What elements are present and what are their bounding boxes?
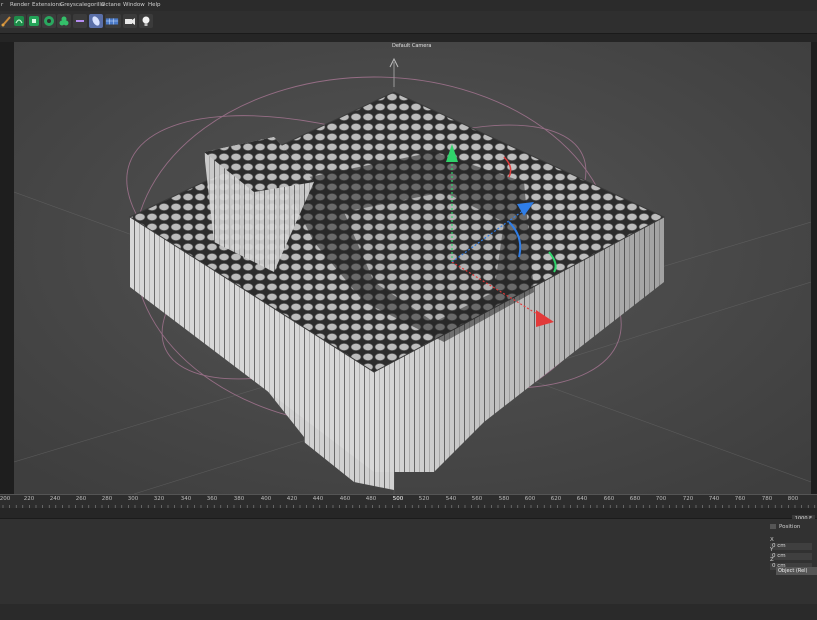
ruler-ticks bbox=[2, 505, 816, 508]
tick-label: 480 bbox=[365, 496, 377, 502]
position-section-header: Position bbox=[770, 524, 800, 530]
timeline-ruler[interactable]: 200 220 240 260 280 300 320 340 360 380 … bbox=[0, 494, 817, 509]
tick-label: 380 bbox=[233, 496, 245, 502]
tick-label: 460 bbox=[339, 496, 351, 502]
deformer-icon[interactable] bbox=[73, 14, 87, 28]
tick-label: 800 bbox=[787, 496, 799, 502]
menu-item-window[interactable]: Window bbox=[123, 0, 145, 11]
cube-green-icon[interactable] bbox=[27, 14, 41, 28]
tick-label: 260 bbox=[75, 496, 87, 502]
tick-label: 420 bbox=[286, 496, 298, 502]
tick-label: 620 bbox=[550, 496, 562, 502]
camera-icon[interactable] bbox=[123, 14, 137, 28]
light-icon[interactable] bbox=[139, 14, 153, 28]
tick-label: 600 bbox=[524, 496, 536, 502]
tick-label: 660 bbox=[603, 496, 615, 502]
tick-label: 640 bbox=[576, 496, 588, 502]
tick-label: 580 bbox=[498, 496, 510, 502]
tick-label: 700 bbox=[655, 496, 667, 502]
tick-label: 220 bbox=[23, 496, 35, 502]
tick-label: 400 bbox=[260, 496, 272, 502]
tick-label: 200 bbox=[0, 496, 11, 502]
menu-item-octane[interactable]: Octane bbox=[101, 0, 121, 11]
tick-label: 520 bbox=[418, 496, 430, 502]
coordinate-mode-dropdown[interactable]: Object (Rel) bbox=[776, 567, 817, 575]
pill-icon[interactable] bbox=[89, 14, 103, 28]
tick-label: 720 bbox=[682, 496, 694, 502]
tick-label: 300 bbox=[127, 496, 139, 502]
tick-label: 740 bbox=[708, 496, 720, 502]
menu-item-help[interactable]: Help bbox=[148, 0, 161, 11]
tick-label: 440 bbox=[312, 496, 324, 502]
camera-label[interactable]: Default Camera bbox=[392, 43, 431, 49]
tick-label: 340 bbox=[180, 496, 192, 502]
tick-label: 760 bbox=[734, 496, 746, 502]
menu-item-greyscalegorilla[interactable]: Greyscalegorilla bbox=[60, 0, 104, 11]
tick-label: 360 bbox=[206, 496, 218, 502]
tick-label: 240 bbox=[49, 496, 61, 502]
floor-icon[interactable] bbox=[105, 14, 121, 28]
tick-label: 560 bbox=[471, 496, 483, 502]
tick-label: 680 bbox=[629, 496, 641, 502]
tick-label-current: 500 bbox=[392, 496, 404, 502]
spline-green-icon[interactable] bbox=[12, 14, 26, 28]
timeline-track[interactable] bbox=[0, 508, 817, 519]
toolbar bbox=[0, 11, 817, 34]
gear-green-icon[interactable] bbox=[42, 14, 56, 28]
mograph-green-icon[interactable] bbox=[57, 14, 71, 28]
tick-label: 780 bbox=[761, 496, 773, 502]
menu-item-edge[interactable]: r bbox=[1, 0, 3, 11]
menu-item-extensions[interactable]: Extensions bbox=[32, 0, 62, 11]
menu-item-render[interactable]: Render bbox=[10, 0, 30, 11]
section-icon bbox=[770, 524, 776, 529]
viewport-scene bbox=[14, 42, 811, 494]
3d-viewport[interactable]: Default Camera bbox=[14, 42, 811, 494]
tick-label: 540 bbox=[445, 496, 457, 502]
viewport-menu-strip bbox=[0, 34, 817, 42]
menu-bar: r Render Extensions Greyscalegorilla Oct… bbox=[0, 0, 817, 11]
tick-label: 280 bbox=[101, 496, 113, 502]
status-bar bbox=[0, 604, 817, 620]
tick-label: 320 bbox=[153, 496, 165, 502]
position-section-label: Position bbox=[779, 524, 801, 530]
